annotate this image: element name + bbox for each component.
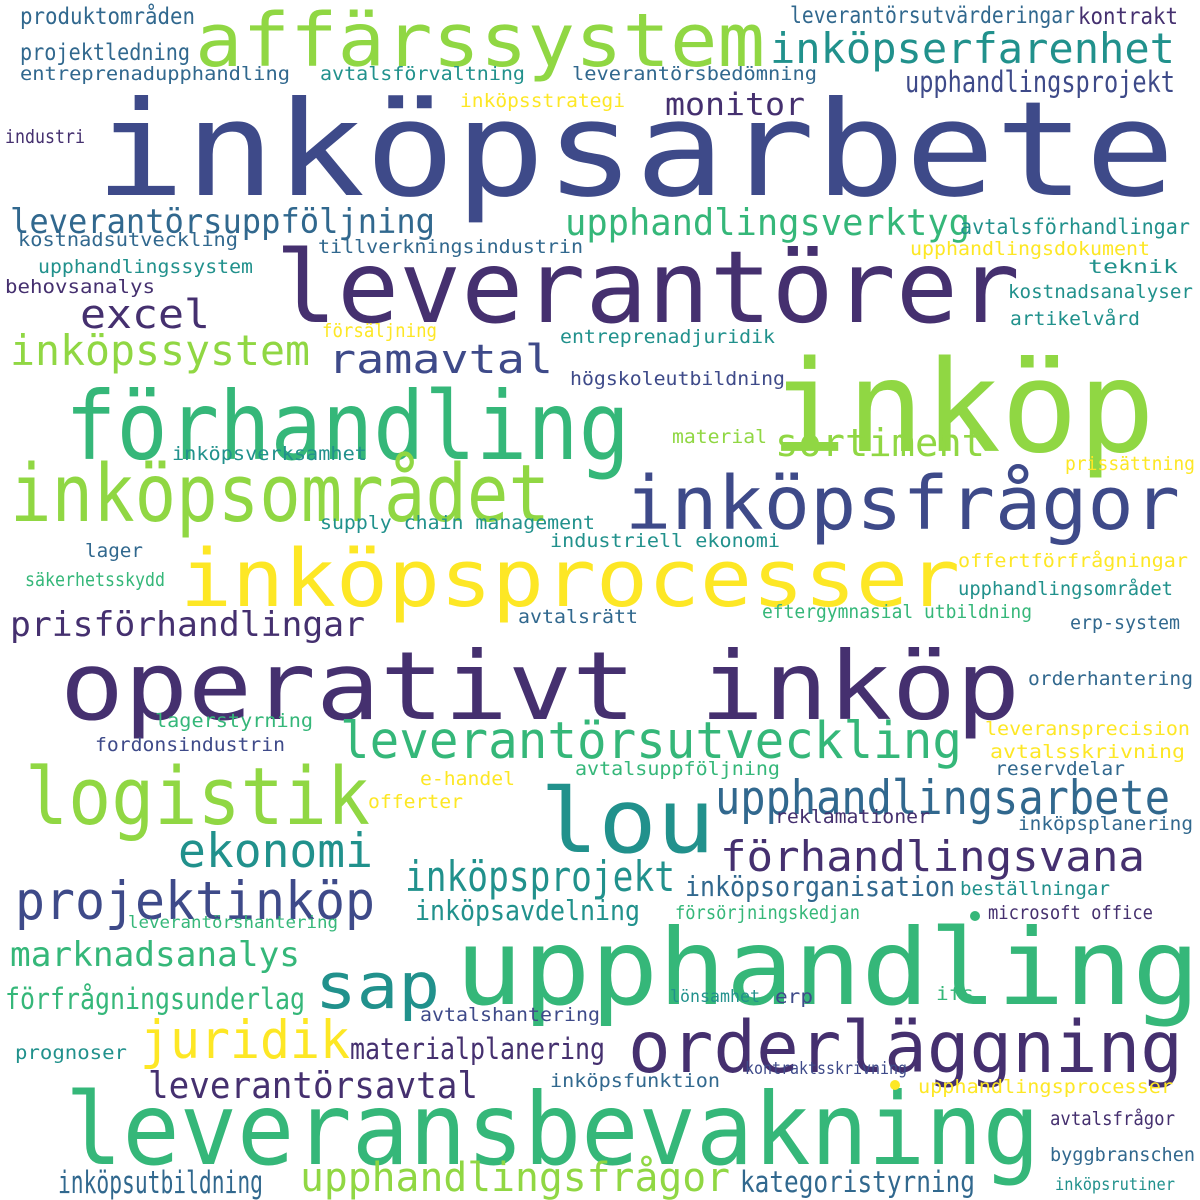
word-avtalsratt: avtalsrätt (518, 606, 638, 628)
word-juridik: juridik (140, 1010, 350, 1071)
word-ifs: ifs (936, 983, 974, 1005)
word-leverantorsavtal: leverantörsavtal (148, 1064, 478, 1107)
word-kostnadsanalyser: kostnadsanalyser (1008, 281, 1193, 303)
word-inkopsstrategi: inköpsstrategi (460, 90, 625, 112)
word-tillverkningsindustrin: tillverkningsindustrin (318, 236, 583, 258)
word-inkopsorganisation: inköpsorganisation (685, 872, 955, 903)
word-inkopsutbildning: inköpsutbildning (58, 1165, 263, 1200)
word-inkopsrutiner: inköpsrutiner (1055, 1174, 1175, 1194)
word-avtalsfragor: avtalsfrågor (1050, 1108, 1175, 1130)
word-offertforfragningar: offertförfrågningar (958, 550, 1188, 572)
word-inkopsprojekt: inköpsprojekt (405, 852, 675, 901)
decorative-dot (890, 1080, 900, 1090)
word-forfragningsunderlag: förfrågningsunderlag (5, 982, 305, 1016)
word-ekonomi: ekonomi (178, 824, 373, 879)
word-microsoft-office: microsoft office (988, 902, 1153, 924)
word-offerter: offerter (368, 791, 463, 813)
word-behovsanalys: behovsanalys (5, 276, 155, 298)
word-orderhantering: orderhantering (1028, 668, 1193, 690)
word-entreprenadupphandling: entreprenadupphandling (20, 63, 290, 85)
word-sortiment: sortiment (775, 421, 985, 465)
word-leverantorshantering: leverantörshantering (128, 912, 338, 932)
word-avtalshantering: avtalshantering (420, 1004, 600, 1026)
word-inkopsavdelning: inköpsavdelning (415, 896, 640, 927)
word-upphandlingssystem: upphandlingssystem (38, 256, 253, 278)
word-prisforhandlingar: prisförhandlingar (10, 605, 365, 644)
word-ramavtal: ramavtal (328, 337, 553, 383)
word-avtalsforhandlingar: avtalsförhandlingar (960, 214, 1190, 239)
word-lagerstyrning: lagerstyrning (155, 710, 313, 732)
word-e-handel: e-handel (420, 768, 515, 790)
word-leverantorsbedomning: leverantörsbedömning (572, 63, 817, 85)
word-entreprenadjuridik: entreprenadjuridik (560, 326, 775, 348)
word-industri: industri (5, 126, 85, 148)
word-upphandlingsprojekt: upphandlingsprojekt (905, 65, 1175, 99)
word-reservdelar: reservdelar (995, 758, 1125, 780)
word-lager: lager (85, 540, 143, 562)
word-leveransprecision: leveransprecision (985, 718, 1190, 740)
word-eftergymnasial-utbildning: eftergymnasial utbildning (762, 601, 1032, 623)
word-sakerhetsskydd: säkerhetsskydd (25, 569, 165, 591)
word-upphandlingsfragor: upphandlingsfrågor (300, 1155, 730, 1200)
word-lonsamhet: lönsamhet (670, 986, 760, 1006)
word-inkopsfunktion: inköpsfunktion (550, 1070, 720, 1092)
word-produktomraden: produktområden (20, 4, 195, 30)
word-industriell-ekonomi: industriell ekonomi (550, 530, 780, 552)
word-kontraktsskrivning: kontraktsskrivning (745, 1058, 907, 1078)
word-leverantorsutvarderingar: leverantörsutvärderingar (790, 3, 1075, 29)
word-hogskoleutbildning: högskoleutbildning (570, 368, 785, 390)
word-kostnadsutveckling: kostnadsutveckling (18, 229, 238, 251)
word-forsaljning: försäljning (322, 320, 437, 342)
word-inkopsarbete: inköpsarbete (95, 74, 1175, 227)
word-inkopsplanering: inköpsplanering (1018, 813, 1193, 835)
word-inkopsverksamhet: inköpsverksamhet (172, 443, 367, 465)
word-kontrakt: kontrakt (1078, 4, 1178, 30)
word-prissattning: prissättning (1065, 453, 1195, 475)
word-teknik: teknik (1088, 256, 1178, 278)
word-erp: erp (775, 986, 813, 1008)
word-avtalsforvaltning: avtalsförvaltning (320, 63, 525, 85)
word-upphandlingsverktyg: upphandlingsverktyg (565, 201, 970, 244)
word-bestallningar: beställningar (960, 878, 1110, 900)
word-material: material (672, 426, 767, 448)
word-materialplanering: materialplanering (350, 1032, 605, 1066)
word-monitor: monitor (665, 87, 805, 123)
word-fordonsindustrin: fordonsindustrin (95, 734, 285, 756)
word-projektledning: projektledning (20, 40, 190, 66)
word-avtalsuppfoljning: avtalsuppföljning (575, 758, 780, 780)
word-artikelvard: artikelvård (1010, 308, 1140, 330)
word-excel: excel (80, 292, 210, 338)
word-forsorjningskedjan: försörjningskedjan (675, 902, 860, 924)
word-prognoser: prognoser (15, 1042, 127, 1064)
word-inkopserfarenhet: inköpserfarenhet (770, 24, 1175, 73)
word-kategoristyrning: kategoristyrning (740, 1165, 975, 1199)
word-cloud: inköpsarbete leverantörer inköp affärssyste… (0, 0, 1200, 1200)
word-marknadsanalys: marknadsanalys (10, 935, 300, 974)
word-byggbranschen: byggbranschen (1050, 1144, 1195, 1166)
word-upphandlingsomradet: upphandlingsområdet (958, 578, 1173, 600)
word-erp-system: erp-system (1070, 612, 1180, 634)
word-upphandlingsprocesser: upphandlingsprocesser (918, 1076, 1173, 1098)
word-reklamationer: reklamationer (775, 806, 930, 828)
decorative-dot (970, 911, 980, 921)
